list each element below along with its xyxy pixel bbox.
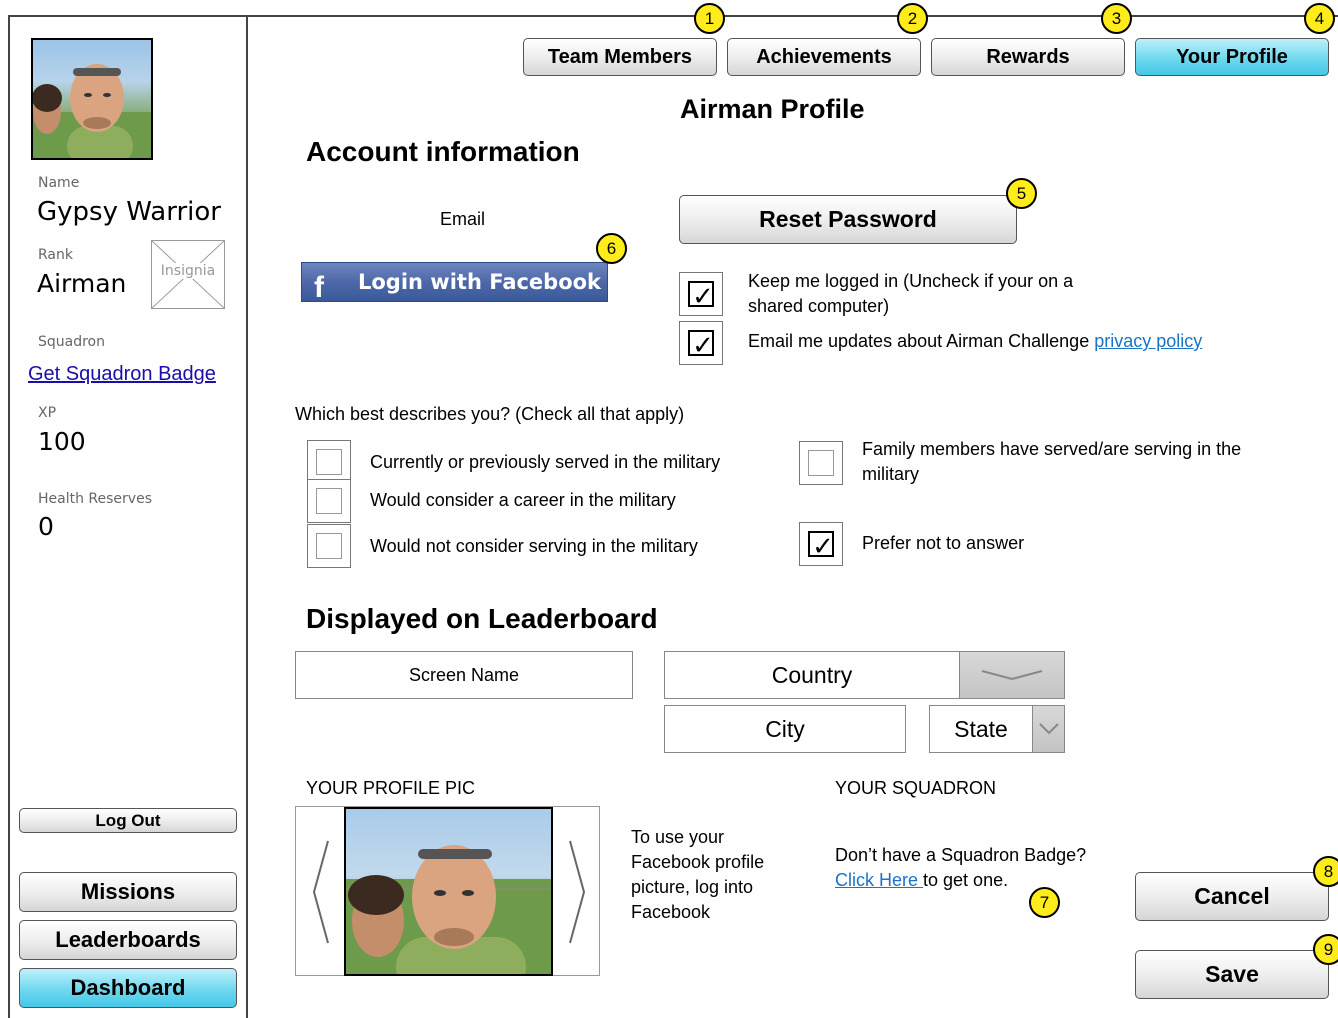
country-select[interactable]: Country — [664, 651, 1065, 699]
profile-photo-image-icon — [346, 845, 551, 974]
keep-logged-in-label: Keep me logged in (Uncheck if your on a … — [748, 271, 1074, 316]
annotation-badge-5: 5 — [1006, 178, 1037, 209]
account-information-heading: Account information — [306, 136, 580, 167]
rank-value: Airman — [37, 269, 127, 298]
leaderboard-heading: Displayed on Leaderboard — [306, 603, 658, 634]
city-input[interactable]: City — [664, 705, 906, 753]
family-served-label: Family members have served/are serving i… — [862, 439, 1242, 484]
chevron-right-icon[interactable] — [564, 837, 590, 947]
profile-photo — [344, 807, 553, 976]
annotation-badge-3: 3 — [1101, 3, 1132, 34]
consider-career-checkbox[interactable] — [307, 479, 351, 523]
nav-leaderboards-button[interactable]: Leaderboards — [19, 920, 237, 960]
xp-label: XP — [38, 405, 57, 421]
state-select[interactable]: State — [929, 705, 1065, 753]
email-updates-text: Email me updates about Airman Challenge — [748, 331, 1095, 351]
annotation-badge-9: 9 — [1313, 934, 1338, 965]
insignia-label: Insignia — [152, 263, 224, 279]
checkmark-icon: ✓ — [692, 330, 714, 360]
log-out-button[interactable]: Log Out — [19, 808, 237, 833]
nav-dashboard-button[interactable]: Dashboard — [19, 968, 237, 1008]
profile-pic-label: YOUR PROFILE PIC — [306, 778, 476, 798]
save-button[interactable]: Save — [1135, 950, 1329, 999]
served-military-checkbox[interactable] — [307, 440, 351, 484]
survey-question: Which best describes you? (Check all tha… — [295, 404, 685, 424]
annotation-badge-1: 1 — [694, 3, 725, 34]
checkmark-icon: ✓ — [692, 281, 714, 311]
cancel-button[interactable]: Cancel — [1135, 872, 1329, 921]
click-here-link[interactable]: Click Here — [835, 870, 923, 890]
consider-career-label: Would consider a career in the military — [370, 490, 676, 510]
state-dropdown-button[interactable] — [1032, 706, 1064, 752]
name-label: Name — [38, 175, 80, 191]
rank-label: Rank — [38, 247, 73, 263]
avatar-photo-icon — [33, 64, 151, 158]
tab-achievements[interactable]: Achievements — [727, 38, 921, 76]
not-consider-serving-checkbox[interactable] — [307, 524, 351, 568]
annotation-badge-8: 8 — [1313, 856, 1338, 887]
annotation-badge-4: 4 — [1304, 3, 1335, 34]
health-reserves-label: Health Reserves — [38, 491, 152, 507]
country-select-value: Country — [771, 662, 853, 688]
reset-password-button[interactable]: Reset Password — [679, 195, 1017, 244]
get-squadron-badge-link[interactable]: Get Squadron Badge — [28, 363, 216, 386]
not-consider-serving-label: Would not consider serving in the milita… — [370, 536, 698, 556]
tab-team-members[interactable]: Team Members — [523, 38, 717, 76]
tab-your-profile[interactable]: Your Profile — [1135, 38, 1329, 76]
facebook-button-label: Login with Facebook — [358, 270, 602, 294]
chevron-down-icon — [981, 670, 1043, 681]
sidebar-divider — [246, 15, 248, 1018]
checkmark-icon: ✓ — [812, 531, 834, 561]
squadron-badge-prompt: Don’t have a Squadron Badge? — [835, 845, 1087, 865]
chevron-left-icon[interactable] — [308, 837, 334, 947]
squadron-label: Squadron — [38, 334, 105, 350]
insignia-placeholder: Insignia — [151, 240, 225, 309]
email-label: Email — [440, 209, 486, 229]
frame-left-border — [8, 15, 10, 1018]
annotation-badge-7: 7 — [1029, 887, 1060, 918]
family-served-checkbox[interactable] — [799, 441, 843, 485]
facebook-logo-icon: f — [314, 271, 324, 302]
prefer-not-to-answer-checkbox[interactable]: ✓ — [799, 522, 843, 566]
login-with-facebook-button[interactable]: f Login with Facebook — [301, 262, 608, 302]
nav-missions-button[interactable]: Missions — [19, 872, 237, 912]
privacy-policy-link[interactable]: privacy policy — [1094, 331, 1202, 351]
tab-rewards[interactable]: Rewards — [931, 38, 1125, 76]
name-value: Gypsy Warrior — [37, 197, 221, 227]
facebook-picture-note: To use your Facebook profile picture, lo… — [631, 827, 765, 922]
squadron-click-here-line: Click Here to get one. — [835, 868, 1008, 893]
prefer-not-to-answer-label: Prefer not to answer — [862, 533, 1025, 553]
profile-pic-carousel — [295, 806, 600, 976]
email-updates-label: Email me updates about Airman Challenge … — [748, 329, 1202, 354]
served-military-label: Currently or previously served in the mi… — [370, 452, 721, 472]
frame-top-border — [8, 15, 1338, 17]
keep-logged-in-checkbox[interactable]: ✓ — [679, 272, 723, 316]
chevron-down-icon — [1039, 723, 1059, 735]
country-dropdown-button[interactable] — [959, 652, 1064, 698]
annotation-badge-2: 2 — [897, 3, 928, 34]
xp-value: 100 — [38, 427, 86, 456]
state-select-value: State — [954, 716, 1008, 742]
click-here-suffix: to get one. — [923, 870, 1009, 890]
screen-name-input[interactable]: Screen Name — [295, 651, 633, 699]
page-title: Airman Profile — [680, 94, 865, 124]
annotation-badge-6: 6 — [596, 233, 627, 264]
email-updates-checkbox[interactable]: ✓ — [679, 321, 723, 365]
your-squadron-label: YOUR SQUADRON — [835, 778, 997, 798]
health-reserves-value: 0 — [38, 512, 54, 541]
user-avatar — [31, 38, 153, 160]
